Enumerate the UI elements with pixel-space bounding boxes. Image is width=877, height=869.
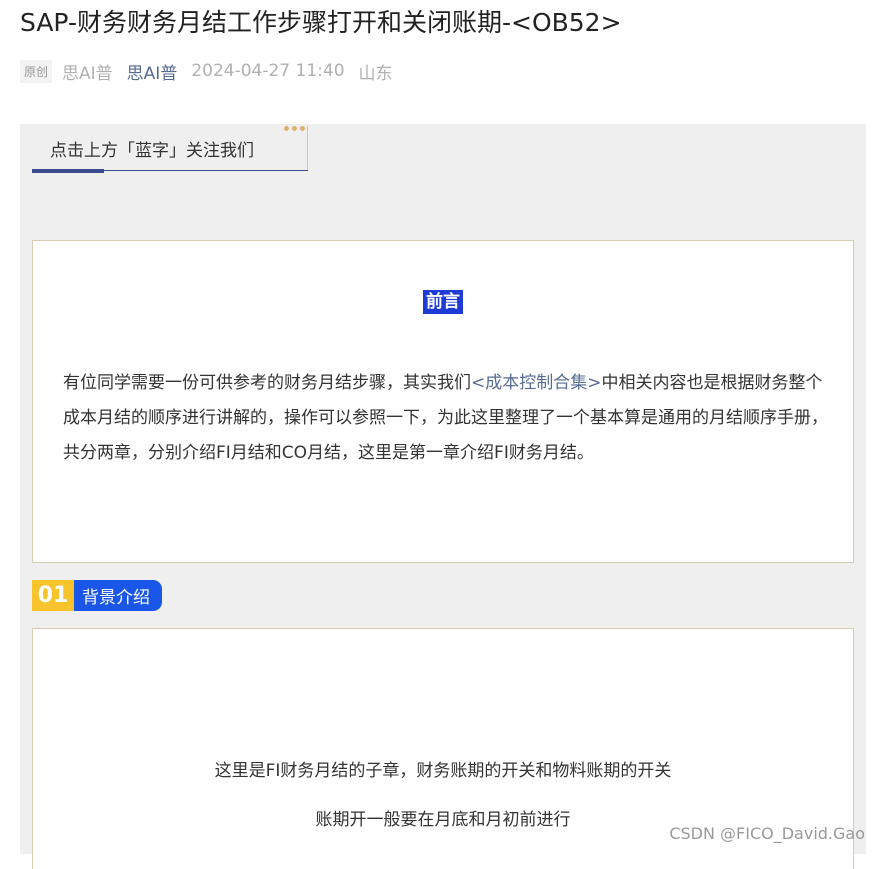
account-name-link[interactable]: 思AI普 [127, 59, 178, 84]
decorative-dots-icon [284, 126, 305, 131]
preface-text-before: 有位同学需要一份可供参考的财务月结步骤，其实我们 [63, 373, 471, 393]
preface-paragraph: 有位同学需要一份可供参考的财务月结步骤，其实我们<成本控制合集>中相关内容也是根… [63, 366, 829, 471]
article-meta: 原创 思AI普 思AI普 2024-04-27 11:40 山东 [20, 58, 393, 84]
preface-heading: 前言 [423, 290, 463, 314]
publish-datetime: 2024-04-27 11:40 [191, 61, 345, 81]
author-name: 思AI普 [62, 63, 113, 84]
follow-banner: 点击上方「蓝字」关注我们 [32, 126, 308, 173]
background-line-1: 这里是FI财务月结的子章，财务账期的开关和物料账期的开关 [214, 761, 672, 781]
original-badge: 原创 [20, 59, 53, 83]
publish-location: 山东 [358, 63, 393, 84]
follow-text: 点击上方「蓝字」关注我们 [50, 141, 254, 161]
article-body: 点击上方「蓝字」关注我们 前言 有位同学需要一份可供参考的财务月结步骤，其实我们… [20, 124, 866, 869]
csdn-watermark: CSDN @FICO_David.Gao [669, 824, 865, 843]
section-number: 01 [32, 580, 74, 611]
article-title: SAP-财务财务月结工作步骤打开和关闭账期-<OB52> [20, 8, 622, 37]
follow-divider [307, 126, 308, 170]
cost-control-collection-link[interactable]: <成本控制合集> [471, 373, 602, 393]
follow-accent-bar [32, 169, 104, 173]
section-header: 01 背景介绍 [32, 580, 162, 611]
preface-card: 前言 有位同学需要一份可供参考的财务月结步骤，其实我们<成本控制合集>中相关内容… [32, 240, 854, 563]
section-title: 背景介绍 [74, 580, 162, 611]
